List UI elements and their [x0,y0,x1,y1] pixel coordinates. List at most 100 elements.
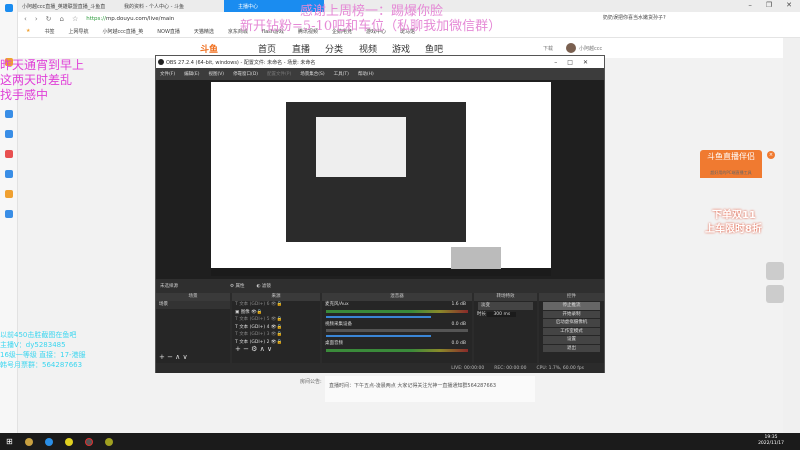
sidebar-app-icon[interactable] [5,170,13,178]
ad-close-icon[interactable]: × [767,151,775,159]
home-icon[interactable]: ⌂ [60,15,64,23]
obs-menubar: 文件(F) 编辑(E) 视图(V) 停靠窗口(D) 配置文件(P) 场景集合(S… [156,68,604,80]
tab-stream[interactable]: 小阿越ccc直播_英雄联盟直播_斗鱼直 [18,0,118,12]
taskbar-app-icon[interactable] [104,437,113,446]
headset-icon[interactable] [766,285,784,303]
nav-video[interactable]: 视频 [359,42,377,55]
ad-promo-1[interactable]: 下单双11 [712,206,756,221]
sidebar-app-icon[interactable] [5,190,13,198]
sidebar-app-icon[interactable] [5,150,13,158]
overlay-left-cyan: 以前450击胜截图在鱼吧 主播V：dy5283485 16级一等级 直接：17-港服… [0,331,86,369]
sidebar-app-icon[interactable] [5,110,13,118]
menu-edit[interactable]: 编辑(E) [184,71,199,77]
volume-slider[interactable] [326,315,431,318]
menu-file[interactable]: 文件(F) [160,71,175,77]
download-link[interactable]: 下载 [543,45,553,52]
windows-start-icon[interactable]: ⊞ [6,437,13,446]
obs-statusbar: LIVE: 00:00:00 REC: 00:00:00 CPU: 1.7%, … [156,363,604,373]
stop-streaming-button[interactable]: 停止推流 [543,302,600,310]
nav-fishbar[interactable]: 鱼吧 [425,42,443,55]
mixer-channel: 麦克风/Aux 1.6 dB [325,302,466,307]
username[interactable]: 小阿越ccc [579,45,602,52]
taskbar-browser-icon[interactable] [44,437,53,446]
transitions-header: 转场特效 [474,293,537,301]
reload-icon[interactable]: ↻ [46,15,52,23]
scene-controls[interactable]: + − ∧ ∨ [156,353,188,362]
bookmark[interactable]: NOW直播 [157,28,180,35]
scene-item[interactable]: 场景 [156,301,230,309]
menu-docks[interactable]: 停靠窗口(D) [233,71,258,77]
audio-meter [326,309,468,313]
nav-games[interactable]: 游戏 [392,42,410,55]
bookmark[interactable]: 书签 [44,28,54,35]
source-item[interactable]: T 文本 (GDI+) 6 👁🔒 [232,301,320,309]
search-suggestion[interactable]: 奶奶误把你喜当水嫩货孙子? [603,14,666,21]
back-icon[interactable]: ‹ [24,15,27,23]
overlay-left-pink: 昨天通宵到早上 这两天时差乱 找手感中 [0,58,85,102]
taskbar-app-icon[interactable] [24,437,33,446]
browser-logo-icon[interactable] [5,4,13,12]
taskbar-obs-icon[interactable] [84,437,93,446]
bookmark[interactable]: 小阿越ccc直播_英 [103,28,144,35]
menu-profile[interactable]: 配置文件(P) [267,71,291,77]
scenes-dock: 场景 场景 + − ∧ ∨ [156,293,230,363]
douyu-logo[interactable]: 斗鱼 [200,42,218,55]
audio-meter [326,329,468,332]
cpu-fps: CPU: 1.7%, 60.00 fps [536,365,585,371]
scrollbar[interactable] [783,38,800,433]
source-item[interactable]: T 文本 (GDI+) 5 👁🔒 [232,316,320,324]
menu-scene-collection[interactable]: 场景集合(S) [300,71,324,77]
mixer-dock: 混音器 麦克风/Aux 1.6 dB 视频采集设备 0.0 dB 桌面音频 0.0 d… [322,293,472,363]
close-icon[interactable]: ✕ [786,1,792,9]
sidebar-app-icon[interactable] [5,210,13,218]
obs-source-toolbar: 未选择源 ⚙ 属性 ◐ 滤镜 [156,279,604,293]
transition-select[interactable]: 淡变 [478,302,533,310]
filters-button[interactable]: ◐ 滤镜 [256,283,270,289]
obs-logo-icon [158,59,164,65]
minimize-icon[interactable]: – [748,1,752,9]
sidebar-app-icon[interactable] [5,130,13,138]
settings-button[interactable]: 设置 [543,336,600,344]
start-recording-button[interactable]: 开始录制 [543,310,600,318]
volume-slider[interactable] [326,335,431,337]
mixer-channel: 视频采集设备 0.0 dB [325,321,466,327]
obs-preview[interactable] [156,80,604,279]
mixer-channel: 桌面音频 0.0 dB [325,341,466,346]
announcement-text[interactable]: 直播时间：下午五点-凌晨两点 大家记得关注光神一直播通知群564287663 [325,376,535,402]
nav-live[interactable]: 直播 [292,42,310,55]
source-controls[interactable]: + − ⚙ ∧ ∨ [232,345,320,354]
source-item[interactable]: T 文本 (GDI+) 4 👁🔒 [232,324,320,332]
taskbar-app-icon[interactable] [64,437,73,446]
avatar[interactable] [566,43,576,53]
live-time: LIVE: 00:00:00 [451,365,485,371]
clock[interactable]: 19:35 2022/11/17 [758,435,784,447]
maximize-icon[interactable]: ❐ [766,1,772,9]
menu-view[interactable]: 视图(V) [208,71,224,77]
url-input[interactable]: https://mp.douyu.com/live/main [86,16,174,22]
exit-button[interactable]: 退出 [543,344,600,352]
rec-time: REC: 00:00:00 [494,365,527,371]
duration-input[interactable]: 300 ms [487,311,517,317]
studio-mode-button[interactable]: 工作室模式 [543,327,600,335]
duration-label: 时长 [477,311,486,317]
forward-icon[interactable]: › [35,15,38,23]
menu-help[interactable]: 帮助(H) [358,71,374,77]
sources-dock: 来源 T 文本 (GDI+) 6 👁🔒 ▣ 图像 👁🔒 T 文本 (GDI+) … [232,293,320,363]
scenes-header: 场景 [156,293,230,301]
nav-home[interactable]: 首页 [258,42,276,55]
properties-button[interactable]: ⚙ 属性 [230,283,244,289]
virtual-camera-button[interactable]: 启动虚拟摄像机 [543,319,600,327]
nav-category[interactable]: 分类 [325,42,343,55]
taskbar: ⊞ 19:35 2022/11/17 [0,433,800,450]
menu-tools[interactable]: 工具(T) [334,71,349,77]
bookmark[interactable]: 天猫精选 [194,28,214,35]
ad-subtitle: 超好用的PC端直播工具 [710,170,752,175]
ad-promo-2[interactable]: 上车限时8折 [705,220,762,235]
tab-profile[interactable]: 我的资料 - 个人中心 - 斗鱼 [120,0,220,12]
obs-window-controls[interactable]: –□✕ [554,59,598,66]
star-icon[interactable]: ☆ [72,15,78,23]
source-item[interactable]: ▣ 图像 👁🔒 [232,309,320,317]
camera-icon[interactable] [766,262,784,280]
source-item[interactable]: T 文本 (GDI+) 3 👁🔒 [232,331,320,339]
bookmark[interactable]: 上网导航 [69,28,89,35]
